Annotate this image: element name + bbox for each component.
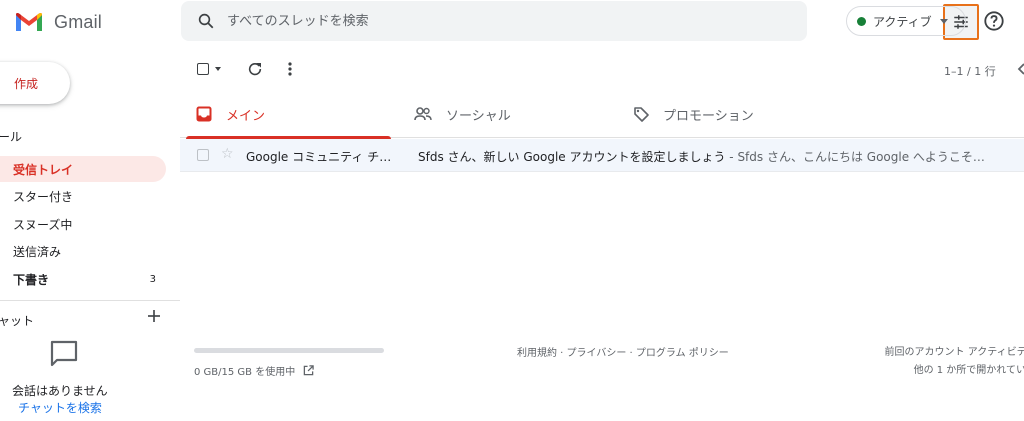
sidebar-item-label: スター付き [13, 189, 74, 204]
select-dropdown-icon[interactable] [215, 67, 221, 71]
row-sender: Google コミュニティ チ… [246, 150, 392, 164]
sidebar-item-label: スヌーズ中 [13, 217, 73, 232]
sidebar-item-snoozed[interactable]: スヌーズ中 [0, 211, 166, 237]
status-dot [857, 16, 866, 26]
status-selector[interactable]: アクティブ [846, 6, 966, 36]
sidebar-item-label: 下書き [13, 272, 50, 287]
chevron-left-icon[interactable] [1016, 62, 1024, 76]
gmail-m-icon [16, 13, 42, 31]
storage-text: 0 GB/15 GB を使用中 [194, 367, 296, 378]
activity-line-1: 前回のアカウント アクティビティ [884, 347, 1024, 358]
row-snippet: - Sfds さん、こんにちは Google へようこそ… [725, 150, 985, 164]
activity-line-2: 他の 1 か所で開かれていま [913, 365, 1024, 376]
select-all-checkbox[interactable] [197, 63, 209, 75]
search-input[interactable] [227, 10, 747, 32]
drafts-count: 3 [149, 273, 156, 285]
pager-text: 1–1 / 1 行 [944, 65, 996, 78]
category-tabs: メイン ソーシャル プロモーション [180, 90, 1024, 139]
mail-toolbar: 1–1 / 1 行 [180, 48, 1024, 90]
app-header: Gmail アクティブ [0, 0, 1024, 48]
sidebar-item-inbox[interactable]: 受信トレイ [0, 156, 166, 182]
open-in-new-icon[interactable] [303, 365, 314, 376]
star-icon[interactable]: ☆ [221, 146, 234, 162]
storage-info: 0 GB/15 GB を使用中 [194, 348, 384, 378]
row-checkbox[interactable] [197, 149, 209, 161]
storage-usage-bar [194, 348, 384, 353]
sidebar-divider [0, 300, 180, 301]
tab-social[interactable]: ソーシャル [398, 90, 608, 138]
tag-icon [633, 106, 649, 122]
chevron-down-icon [939, 18, 948, 24]
mail-section-label: ール [0, 130, 23, 144]
chat-bubble-icon [50, 340, 78, 367]
tab-label: メイン [226, 108, 266, 124]
main-content: 1–1 / 1 行 メイン ソーシャル プロモーション ☆ Google コミュ… [180, 48, 1024, 421]
tab-label: プロモーション [663, 108, 754, 124]
sidebar-item-label: 受信トレイ [13, 162, 74, 177]
more-vert-icon[interactable] [282, 61, 298, 77]
chat-search-link[interactable]: チャットを検索 [18, 399, 102, 416]
sidebar-item-drafts[interactable]: 下書き 3 [0, 266, 166, 292]
compose-button[interactable]: 作成 [0, 62, 70, 104]
row-subject: Sfds さん、新しい Google アカウントを設定しましょう [418, 150, 726, 164]
tab-promotions[interactable]: プロモーション [617, 90, 837, 138]
sidebar-item-label: 送信済み [13, 244, 62, 259]
status-label: アクティブ [873, 14, 932, 29]
tab-label: ソーシャル [446, 108, 511, 124]
people-icon [414, 106, 432, 122]
app-name: Gmail [54, 11, 103, 32]
sidebar-item-starred[interactable]: スター付き [0, 183, 166, 209]
compose-label: 作成 [13, 76, 38, 91]
help-icon[interactable] [983, 10, 1005, 32]
tab-primary[interactable]: メイン [180, 90, 391, 139]
gmail-logo[interactable]: Gmail [14, 8, 102, 36]
search-icon[interactable] [197, 12, 215, 30]
inbox-icon [196, 106, 212, 122]
search-bar [181, 1, 979, 41]
plus-icon[interactable] [146, 308, 162, 324]
chat-empty-text: 会話はありません [12, 384, 108, 398]
sidebar: 作成 ール 受信トレイ スター付き スヌーズ中 送信済み 下書き 3 ャット 会… [0, 48, 180, 421]
account-activity: 前回のアカウント アクティビティ 他の 1 か所で開かれていま [866, 344, 1024, 380]
chat-section-label: ャット [0, 314, 35, 328]
footer-links[interactable]: 利用規約 · プライバシー · プログラム ポリシー [517, 344, 729, 359]
refresh-icon[interactable] [247, 61, 263, 77]
row-subject-line: Sfds さん、新しい Google アカウントを設定しましょう - Sfds … [418, 148, 988, 165]
table-row[interactable]: ☆ Google コミュニティ チ… Sfds さん、新しい Google アカ… [180, 139, 1024, 172]
sidebar-item-sent[interactable]: 送信済み [0, 238, 166, 264]
